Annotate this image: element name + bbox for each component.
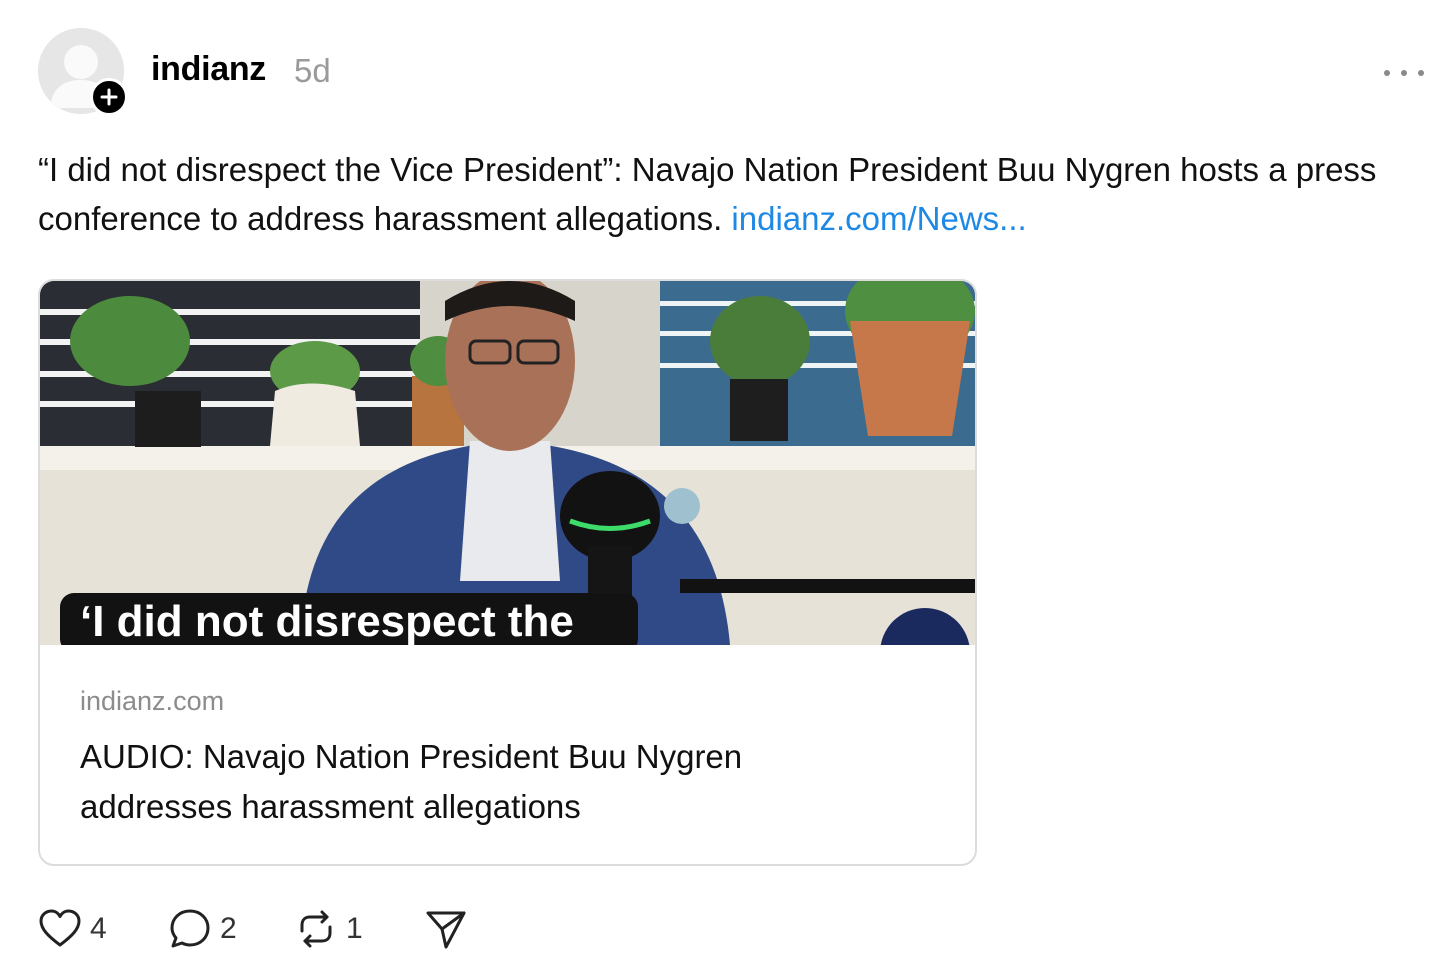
link-preview-card[interactable]: ‘I did not disrespect the indianz.com AU…	[38, 279, 977, 866]
post-text: “I did not disrespect the Vice President…	[38, 151, 1377, 237]
comment-button[interactable]: 2	[168, 906, 237, 952]
video-thumbnail: ‘I did not disrespect the	[40, 281, 975, 645]
link-preview-image[interactable]: ‘I did not disrespect the	[40, 281, 975, 645]
more-options-button[interactable]	[1384, 58, 1424, 88]
author-avatar-group[interactable]	[38, 28, 128, 118]
thumbnail-caption: ‘I did not disrespect the	[80, 597, 574, 645]
like-button[interactable]: 4	[38, 906, 107, 952]
post-body: “I did not disrespect the Vice President…	[38, 145, 1438, 243]
share-button[interactable]	[424, 906, 468, 952]
repost-count: 1	[346, 912, 363, 945]
repost-button[interactable]: 1	[294, 906, 363, 952]
more-dot	[1418, 70, 1424, 76]
post-timestamp[interactable]: 5d	[294, 52, 331, 90]
send-icon	[426, 911, 466, 949]
post-link[interactable]: indianz.com/News...	[731, 200, 1026, 237]
more-dot	[1384, 70, 1390, 76]
author-username[interactable]: indianz	[151, 50, 266, 89]
more-dot	[1401, 70, 1407, 76]
follow-button[interactable]	[90, 78, 128, 116]
action-bar: 4 2 1	[38, 906, 498, 952]
card-title: AUDIO: Navajo Nation President Buu Nygre…	[80, 738, 743, 825]
comment-count: 2	[220, 912, 237, 945]
plus-icon	[100, 88, 118, 106]
repost-icon	[300, 910, 332, 948]
like-count: 4	[90, 912, 107, 945]
card-domain: indianz.com	[80, 686, 225, 716]
comment-bubble-icon	[170, 909, 210, 948]
heart-icon	[39, 909, 81, 947]
